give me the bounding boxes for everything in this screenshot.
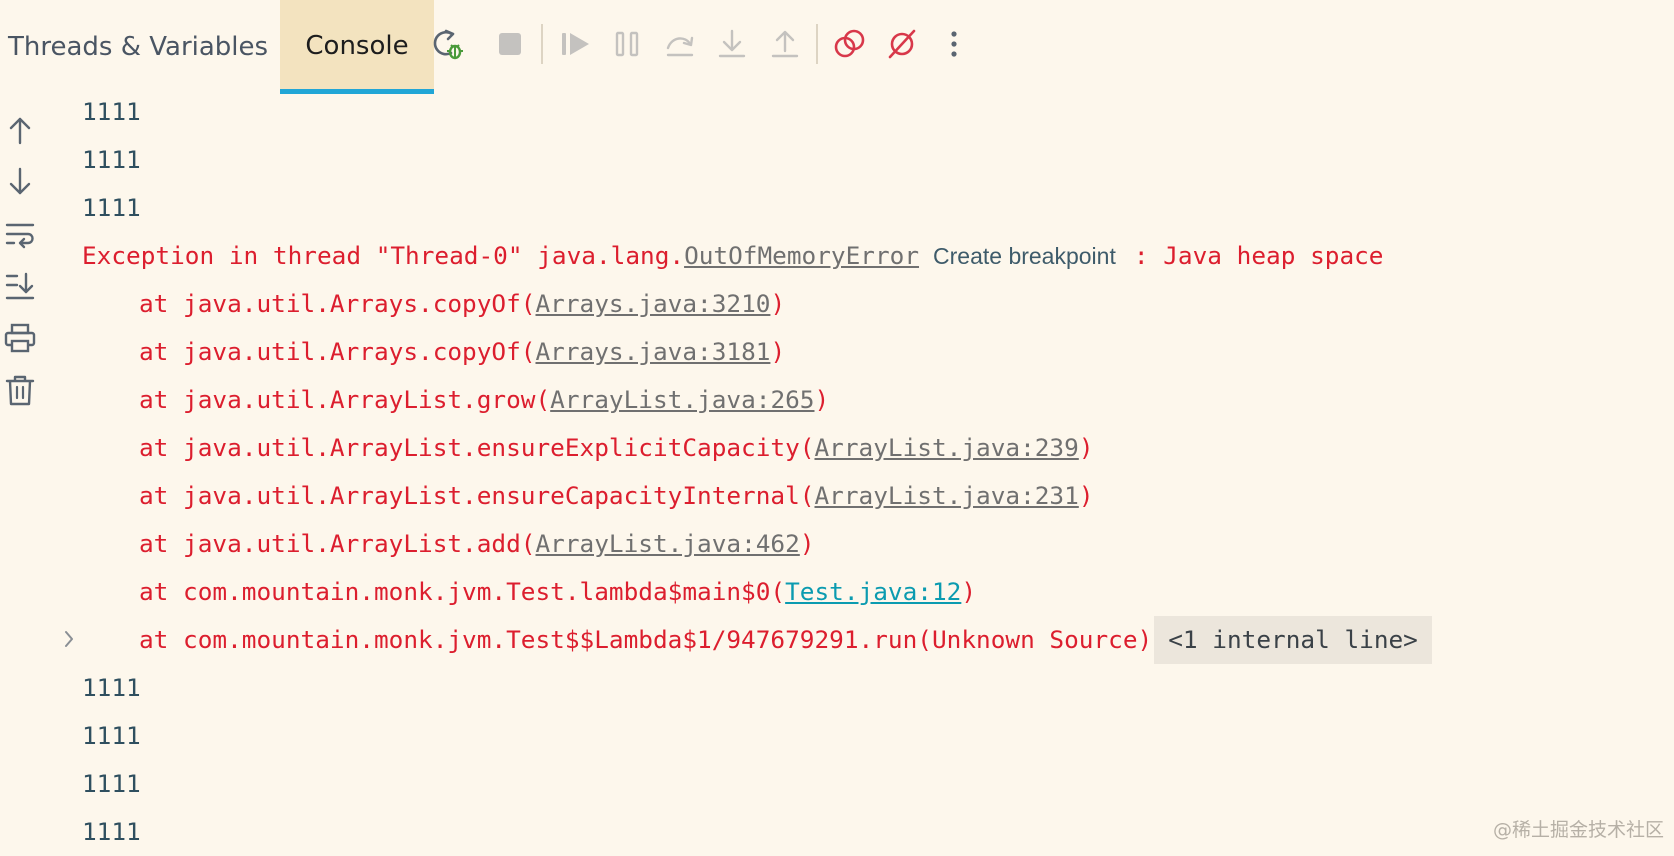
output-line: 1111 xyxy=(82,145,141,174)
stack-frame: at java.util.ArrayList.grow(ArrayList.ja… xyxy=(139,376,829,424)
stack-frame-close: ) xyxy=(770,337,786,366)
stack-frame-link[interactable]: Arrays.java:3210 xyxy=(535,289,770,318)
stack-frame-text: at java.util.ArrayList.ensureCapacityInt… xyxy=(139,481,815,510)
stack-frame: at java.util.ArrayList.add(ArrayList.jav… xyxy=(139,520,815,568)
output-line: 1111 xyxy=(82,97,141,126)
output-line: 1111 xyxy=(82,817,141,846)
stack-frame-close: ) xyxy=(799,529,815,558)
exception-class-link[interactable]: OutOfMemoryError xyxy=(684,241,919,270)
stack-frame: at com.mountain.monk.jvm.Test.lambda$mai… xyxy=(139,568,976,616)
stack-frame-close: ) xyxy=(814,385,830,414)
stack-frame-close: ) xyxy=(1078,481,1094,510)
stack-frame-close: ) xyxy=(770,289,786,318)
stack-frame-text: at com.mountain.monk.jvm.Test$$Lambda$1/… xyxy=(139,625,1153,654)
create-breakpoint-link[interactable]: Create breakpoint xyxy=(933,243,1116,269)
stack-frame-text: at java.util.Arrays.copyOf( xyxy=(139,337,536,366)
stack-frame: at com.mountain.monk.jvm.Test$$Lambda$1/… xyxy=(139,616,1432,664)
output-line: 1111 xyxy=(82,721,141,750)
exception-detail: : Java heap space xyxy=(1133,241,1384,270)
console-output: 1111 1111 1111 Exception in thread "Thre… xyxy=(0,0,1674,846)
stack-frame-close: ) xyxy=(1078,433,1094,462)
stack-frame-text: at com.mountain.monk.jvm.Test.lambda$mai… xyxy=(139,577,786,606)
stack-frame-link[interactable]: ArrayList.java:239 xyxy=(814,433,1078,462)
stack-frame: at java.util.Arrays.copyOf(Arrays.java:3… xyxy=(139,328,785,376)
stack-frame: at java.util.ArrayList.ensureCapacityInt… xyxy=(139,472,1094,520)
stack-frame-text: at java.util.ArrayList.grow( xyxy=(139,385,551,414)
stack-frame: at java.util.Arrays.copyOf(Arrays.java:3… xyxy=(139,280,785,328)
chevron-right-icon[interactable] xyxy=(60,626,78,652)
stack-frame-close: ) xyxy=(961,577,977,606)
output-line: 1111 xyxy=(82,193,141,222)
output-line: 1111 xyxy=(82,769,141,798)
stack-frame-text: at java.util.ArrayList.ensureExplicitCap… xyxy=(139,433,815,462)
stack-frame-link[interactable]: ArrayList.java:462 xyxy=(535,529,799,558)
internal-lines-fold[interactable]: <1 internal line> xyxy=(1154,616,1432,664)
stack-frame-link[interactable]: Test.java:12 xyxy=(785,577,961,606)
stack-frame-text: at java.util.ArrayList.add( xyxy=(139,529,536,558)
stack-frame-link[interactable]: ArrayList.java:265 xyxy=(550,385,814,414)
output-line: 1111 xyxy=(82,673,141,702)
stack-frame-link[interactable]: ArrayList.java:231 xyxy=(814,481,1078,510)
exception-line: Exception in thread "Thread-0" java.lang… xyxy=(82,232,1384,280)
stack-frame-link[interactable]: Arrays.java:3181 xyxy=(535,337,770,366)
exception-message: Exception in thread "Thread-0" java.lang… xyxy=(82,241,685,270)
stack-frame: at java.util.ArrayList.ensureExplicitCap… xyxy=(139,424,1094,472)
watermark: @稀土掘金技术社区 xyxy=(1492,819,1664,841)
stack-frame-text: at java.util.Arrays.copyOf( xyxy=(139,289,536,318)
